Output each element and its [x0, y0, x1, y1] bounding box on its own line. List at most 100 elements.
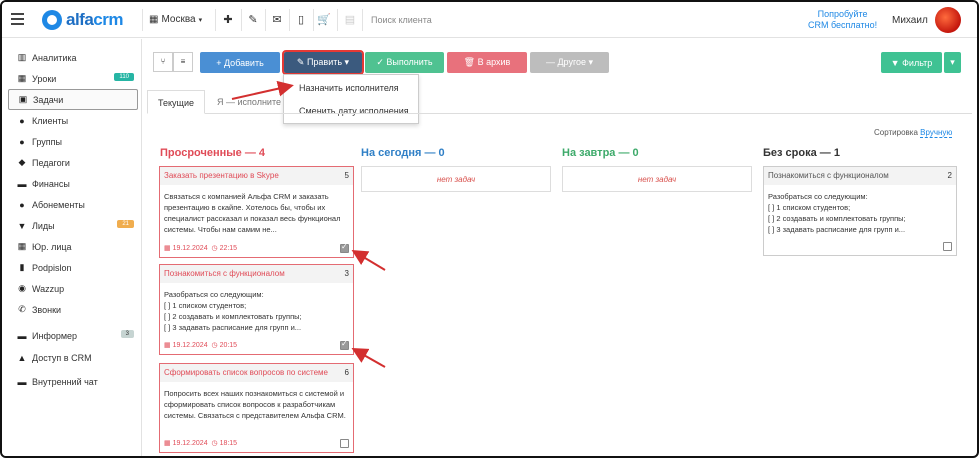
city-selector[interactable]: ▦ Москва ▾: [149, 14, 202, 25]
sidebar-item-lessons[interactable]: ▦ Уроки 110: [8, 68, 138, 89]
cart-icon[interactable]: 🛒: [316, 12, 332, 28]
sidebar-item-analytics[interactable]: ▥ Аналитика: [8, 47, 138, 68]
filter-menu-button[interactable]: ▾: [944, 52, 961, 73]
logo-mark-icon: [42, 10, 62, 30]
city-label: Москва: [161, 14, 196, 25]
logo[interactable]: alfacrm: [42, 10, 123, 30]
edit-button[interactable]: ✎ Править ▾: [282, 50, 364, 75]
task-number: 3: [344, 269, 349, 278]
complete-button[interactable]: ✓ Выполнить: [365, 52, 444, 73]
task-title[interactable]: Познакомиться с функционалом 3: [160, 265, 353, 283]
promo-line1: Попробуйте: [817, 9, 868, 19]
divider: [337, 9, 338, 31]
divider: [289, 9, 290, 31]
task-due: ▦ 19.12.2024 ◷ 18:15: [164, 440, 238, 447]
sidebar-item-groups[interactable]: ● Группы: [8, 131, 138, 152]
sidebar-item-legal-entities[interactable]: ▦ Юр. лица: [8, 236, 138, 257]
sort-label: Сортировка: [874, 128, 918, 137]
task-number: 2: [947, 171, 952, 180]
task-time: 22:15: [219, 245, 238, 252]
user-name[interactable]: Михаил: [892, 15, 928, 26]
chat-icon: ▬: [17, 376, 27, 387]
logo-text: alfacrm: [66, 10, 123, 29]
board-view-toggle[interactable]: ⑂: [153, 52, 173, 72]
task-description: Разобраться со следующим: [ ] 1 списком …: [768, 192, 906, 234]
sidebar-item-tasks[interactable]: ▣ Задачи: [8, 89, 138, 110]
task-checkbox[interactable]: [943, 242, 952, 251]
divider: [362, 9, 363, 31]
sidebar-item-wazzup[interactable]: ◉ Wazzup: [8, 278, 138, 299]
arrow-to-checkbox-2: [351, 348, 386, 368]
divider: [265, 9, 266, 31]
sidebar-item-informer[interactable]: ▬ Информер 3: [8, 325, 138, 346]
promo-link[interactable]: Попробуйте CRM бесплатно!: [808, 9, 877, 31]
mail-icon[interactable]: ✉: [269, 12, 285, 28]
sidebar-item-label: Финансы: [32, 178, 70, 189]
task-date: 19.12.2024: [172, 245, 208, 252]
task-checkbox[interactable]: [340, 339, 349, 350]
empty-column-today: нет задач: [361, 166, 551, 192]
sidebar-item-calls[interactable]: ✆ Звонки: [8, 299, 138, 320]
sidebar-item-crm-access[interactable]: ▲ Доступ в CRM: [8, 347, 138, 368]
divider: [313, 9, 314, 31]
avatar[interactable]: [935, 7, 961, 33]
arrow-to-checkbox-1: [351, 249, 386, 271]
sidebar-item-internal-chat[interactable]: ▬ Внутренний чат: [8, 371, 138, 392]
sidebar-item-podpislon[interactable]: ▮ Podpislon: [8, 257, 138, 278]
archive-button[interactable]: 🗑 В архив: [447, 52, 527, 73]
task-card[interactable]: Познакомиться с функционалом 2 Разобратьс…: [763, 166, 957, 256]
wrench-icon[interactable]: ✎: [245, 12, 261, 28]
client-search-input[interactable]: Поиск клиента: [371, 15, 432, 25]
hamburger-menu-icon[interactable]: [11, 13, 24, 25]
whatsapp-icon: ◉: [18, 283, 26, 293]
edit-dropdown-menu: Назначить исполнителя Сменить дату испол…: [283, 74, 419, 124]
sidebar-item-finance[interactable]: ▬ Финансы: [8, 173, 138, 194]
sidebar-item-leads[interactable]: ▼ Лиды 21: [8, 215, 138, 236]
task-card[interactable]: Сформировать список вопросов по системе 6…: [159, 363, 354, 453]
phone-icon: ✆: [18, 304, 26, 314]
sidebar-item-teachers[interactable]: ◆ Педагоги: [8, 152, 138, 173]
task-title[interactable]: Познакомиться с функционалом 2: [764, 167, 956, 185]
chevron-down-icon: ▾: [198, 16, 203, 24]
column-title-today: На сегодня — 0: [361, 147, 445, 159]
column-title-nodate: Без срока — 1: [763, 147, 840, 159]
filter-button[interactable]: ▼ Фильтр: [881, 52, 942, 73]
print-icon[interactable]: ▤: [342, 12, 358, 28]
sidebar-item-label: Внутренний чат: [32, 376, 98, 387]
task-card[interactable]: Познакомиться с функционалом 3 Разобратьс…: [159, 264, 354, 355]
sidebar-item-subscriptions[interactable]: ● Абонементы: [8, 194, 138, 215]
menu-item-assign-executor[interactable]: Назначить исполнителя: [299, 83, 399, 93]
plus-icon[interactable]: ✚: [220, 12, 236, 28]
sidebar-item-clients[interactable]: ● Клиенты: [8, 110, 138, 131]
task-description: Попросить всех наших познакомиться с сис…: [164, 389, 346, 420]
sidebar-item-label: Информер: [32, 330, 78, 341]
other-button[interactable]: — Другое ▾: [530, 52, 609, 73]
tab-mine[interactable]: Я — исполните: [207, 90, 291, 114]
sort-mode-link[interactable]: Вручную: [920, 128, 953, 138]
subscription-icon: ●: [19, 199, 25, 210]
funnel-icon: ▼: [17, 220, 27, 231]
task-title[interactable]: Заказать презентацию в Skype 5: [160, 167, 353, 185]
sidebar-item-label: Задачи: [33, 94, 64, 105]
task-title[interactable]: Сформировать список вопросов по системе 6: [160, 364, 353, 382]
user-icon: ●: [19, 115, 25, 126]
column-title-overdue: Просроченные — 4: [160, 147, 266, 159]
sidebar-item-label: Аналитика: [32, 52, 77, 63]
menu-item-change-due-date[interactable]: Сменить дату исполнения: [299, 106, 409, 116]
group-icon: ●: [19, 136, 25, 147]
task-checkbox[interactable]: [340, 439, 349, 448]
building-icon: ▦: [17, 241, 27, 251]
column-title-tomorrow: На завтра — 0: [562, 147, 639, 159]
sidebar-item-label: Лиды: [32, 220, 55, 231]
add-button[interactable]: + Добавить: [200, 52, 280, 73]
mobile-icon[interactable]: ▯: [293, 12, 309, 28]
sidebar: ▥ Аналитика ▦ Уроки 110 ▣ Задачи ● Клиенты ● Г…: [2, 39, 142, 456]
list-view-toggle[interactable]: ≡: [173, 52, 193, 72]
tab-current[interactable]: Текущие: [147, 90, 205, 114]
sidebar-item-label: Звонки: [32, 304, 62, 315]
calendar-icon: ▦: [17, 73, 27, 83]
task-checkbox[interactable]: [340, 242, 349, 253]
empty-column-tomorrow: нет задач: [562, 166, 752, 192]
task-card[interactable]: Заказать презентацию в Skype 5 Связаться …: [159, 166, 354, 258]
sidebar-item-label: Юр. лица: [32, 241, 72, 252]
